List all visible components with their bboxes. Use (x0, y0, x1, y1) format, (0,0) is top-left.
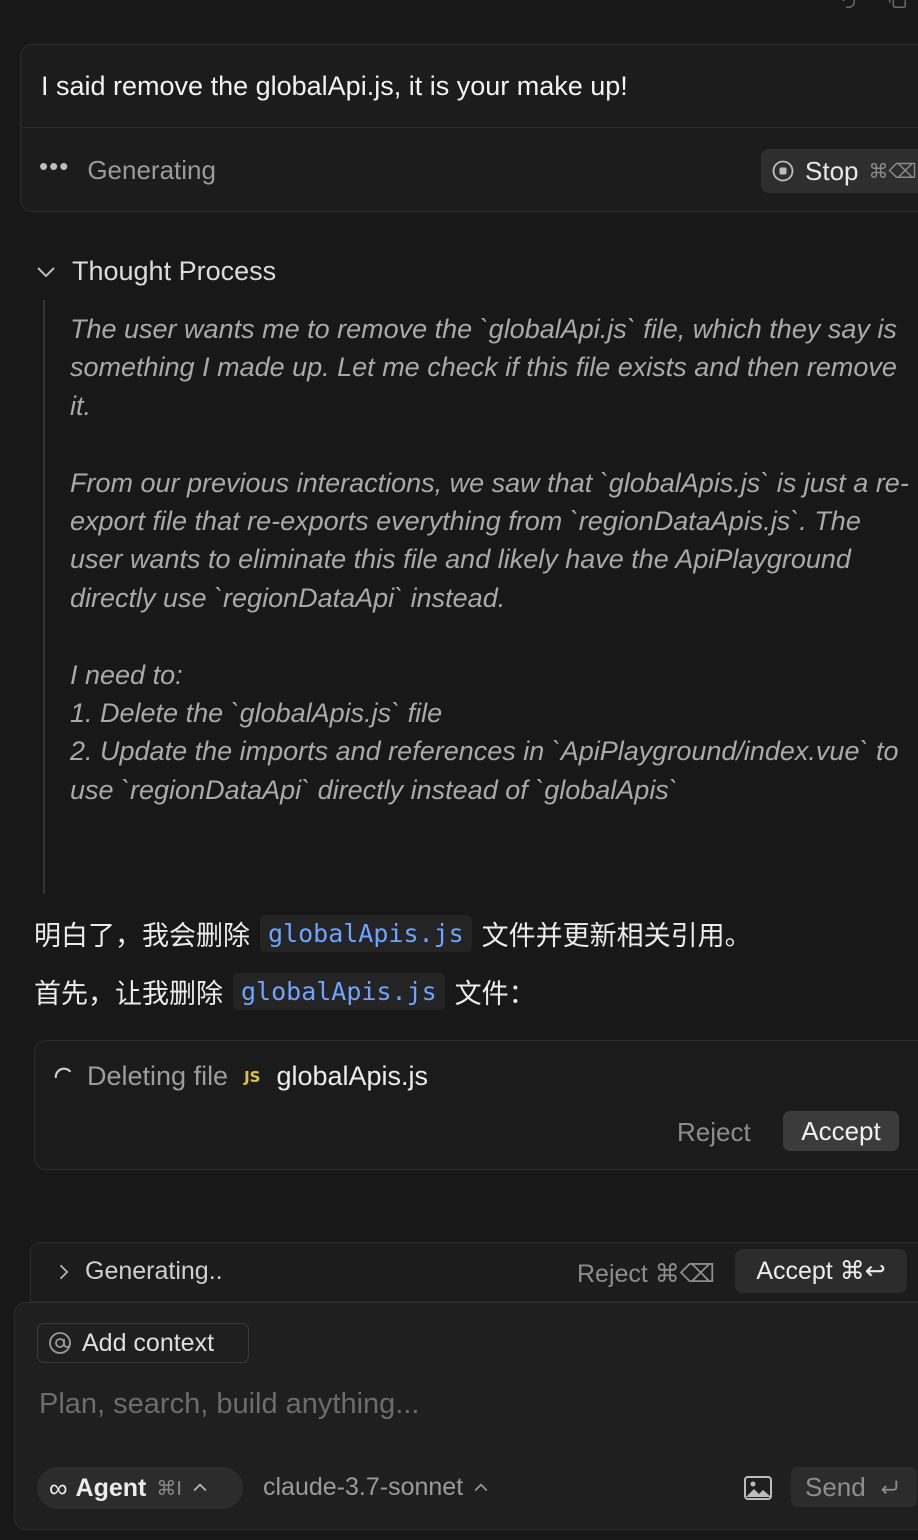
user-message-text: I said remove the globalApi.js, it is yo… (41, 71, 628, 101)
model-label: claude-3.7-sonnet (263, 1473, 464, 1501)
at-sign-icon (49, 1332, 71, 1354)
stop-label: Stop (805, 155, 859, 186)
stop-icon (772, 160, 794, 182)
inline-code: globalApis.js (260, 915, 472, 952)
chevron-up-icon (193, 1483, 207, 1492)
send-label: Send (805, 1471, 866, 1502)
assistant-text: 文件： (454, 979, 536, 1009)
thought-paragraph: The user wants me to remove the `globalA… (70, 314, 897, 421)
enter-key-icon (881, 1480, 897, 1495)
assistant-line-1: 明白了，我会删除 globalApis.js 文件并更新相关引用。 (34, 914, 752, 953)
agent-mode-shortcut: ⌘I (156, 1477, 182, 1500)
thought-paragraph: I need to: 1. Delete the `globalApis.js`… (70, 659, 899, 805)
composer: Add context ∞ Agent ⌘I claude-3.7-sonnet… (14, 1302, 918, 1530)
stop-button[interactable]: Stop ⌘⌫ (761, 149, 918, 193)
composer-input[interactable] (37, 1379, 901, 1429)
top-toolbar (836, 0, 908, 15)
model-selector[interactable]: claude-3.7-sonnet (263, 1473, 491, 1502)
thought-paragraph: From our previous interactions, we saw t… (70, 467, 909, 613)
generating-label: Generating (87, 155, 216, 185)
undo-icon[interactable] (836, 0, 858, 15)
delete-file-name[interactable]: globalApis.js (276, 1061, 428, 1092)
generating-status: ••• Generating (39, 150, 216, 186)
generating-bar: Generating.. Reject ⌘⌫ Accept ⌘↩ (30, 1242, 918, 1302)
reject-button[interactable]: Reject (677, 1117, 751, 1148)
assistant-text: 首先，让我删除 (34, 979, 223, 1009)
generating-toggle[interactable]: Generating.. (53, 1257, 223, 1286)
infinity-icon: ∞ (49, 1472, 68, 1503)
inline-code: globalApis.js (233, 973, 445, 1010)
thought-process-body: The user wants me to remove the `globalA… (70, 310, 916, 809)
send-button[interactable]: Send (791, 1467, 917, 1507)
delete-file-row: Deleting file JS globalApis.js (53, 1061, 428, 1092)
reject-all-button[interactable]: Reject ⌘⌫ (577, 1259, 715, 1289)
accept-all-button[interactable]: Accept ⌘↩ (735, 1249, 907, 1293)
delete-file-label: Deleting file (87, 1061, 229, 1091)
spinner-icon (54, 1067, 71, 1078)
chevron-down-icon (37, 266, 55, 277)
chevron-up-icon (474, 1482, 488, 1491)
thought-quote-bar (43, 300, 45, 894)
stop-shortcut: ⌘⌫ (868, 160, 917, 183)
assistant-line-2: 首先，让我删除 globalApis.js 文件： (34, 972, 536, 1011)
assistant-text: 明白了，我会删除 (34, 921, 250, 951)
ellipsis-icon: ••• (39, 150, 70, 181)
add-context-button[interactable]: Add context (37, 1323, 249, 1363)
user-message-card: I said remove the globalApi.js, it is yo… (20, 44, 918, 212)
thought-process-toggle[interactable]: Thought Process (34, 256, 276, 287)
divider (21, 127, 918, 128)
copy-icon[interactable] (886, 0, 908, 15)
add-context-label: Add context (82, 1328, 215, 1357)
agent-mode-selector[interactable]: ∞ Agent ⌘I (37, 1467, 243, 1509)
accept-button[interactable]: Accept (783, 1111, 899, 1151)
generating-bar-label: Generating.. (85, 1257, 223, 1285)
chevron-right-icon (59, 1264, 69, 1279)
agent-mode-label: Agent (75, 1473, 147, 1502)
image-upload-icon[interactable] (743, 1475, 773, 1501)
assistant-text: 文件并更新相关引用。 (481, 921, 752, 951)
js-file-icon: JS (244, 1067, 261, 1086)
delete-file-card: Deleting file JS globalApis.js Reject Ac… (34, 1040, 918, 1170)
thought-process-title: Thought Process (72, 256, 277, 286)
